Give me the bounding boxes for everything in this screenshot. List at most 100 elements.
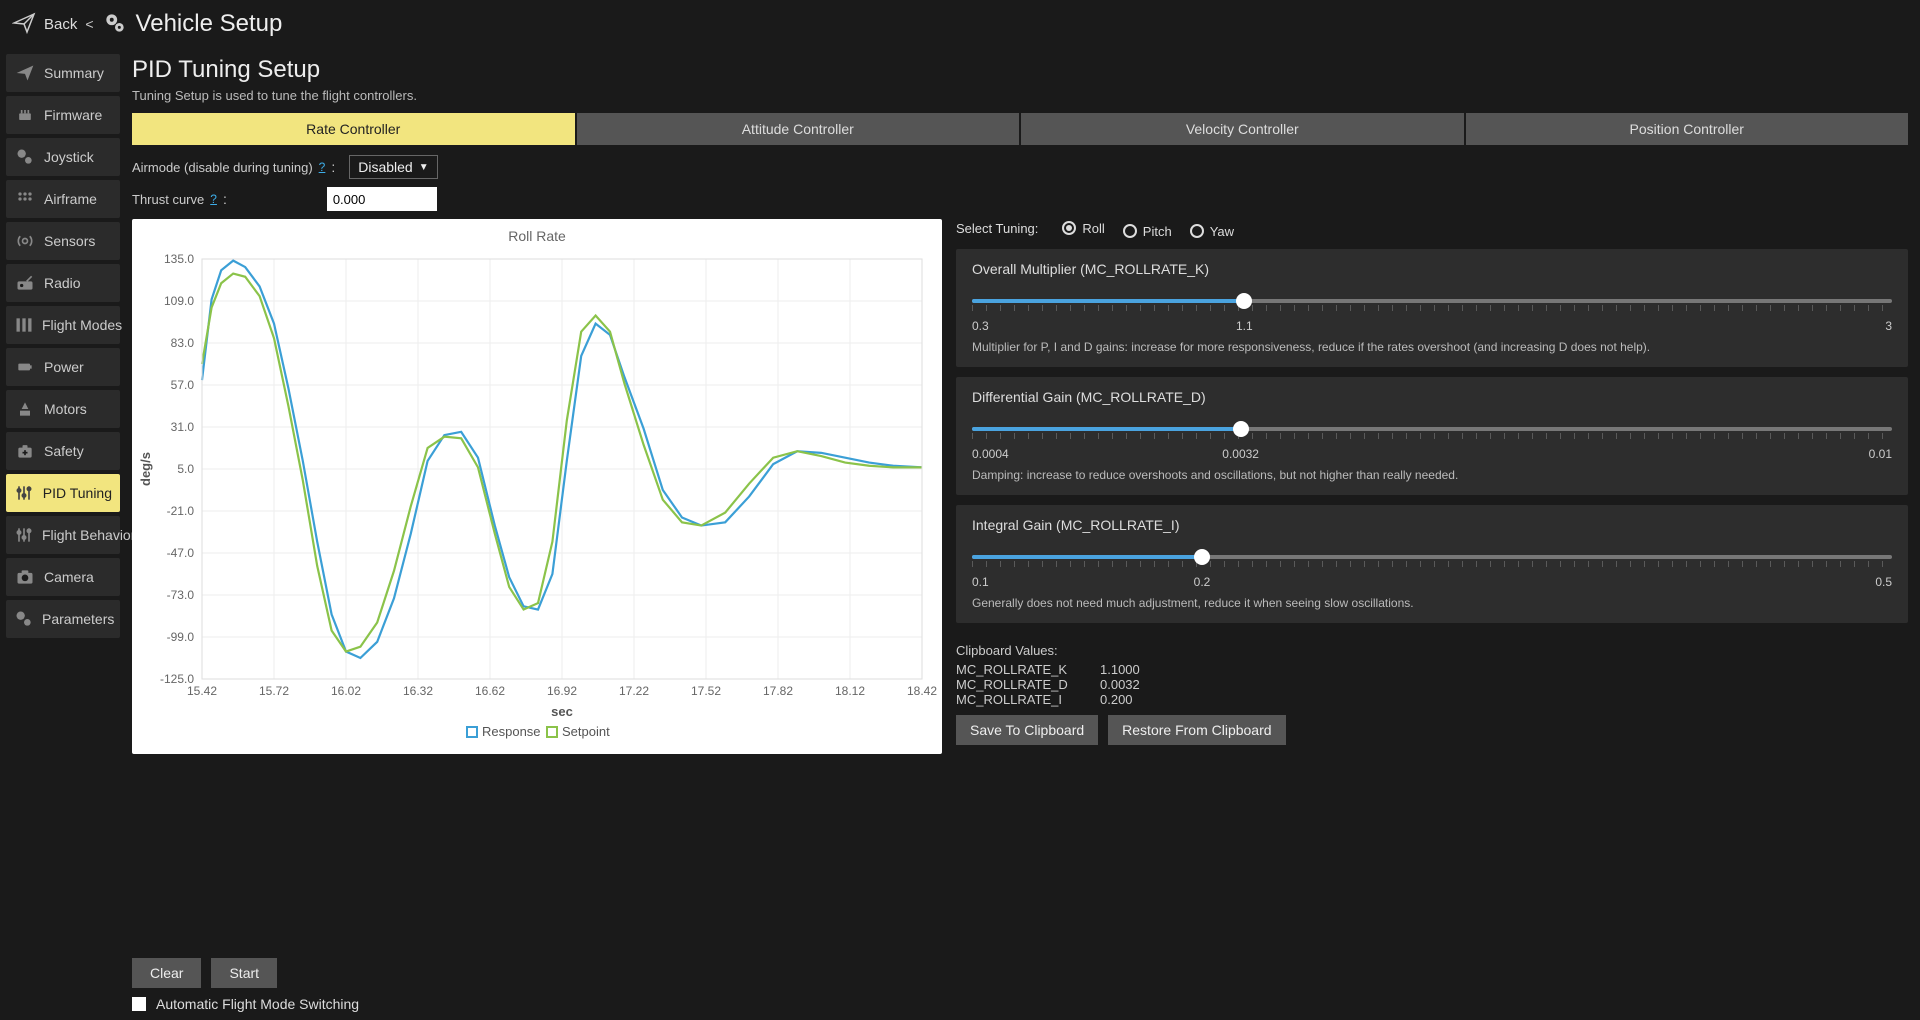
airmode-select-value: Disabled: [358, 159, 412, 175]
radio-icon: [1062, 221, 1076, 235]
param-card-0: Overall Multiplier (MC_ROLLRATE_K) 0.3 1…: [956, 249, 1908, 367]
airmode-help-icon[interactable]: ?: [319, 160, 326, 174]
radio-pitch[interactable]: Pitch: [1123, 224, 1172, 239]
auto-mode-checkbox[interactable]: [132, 997, 146, 1011]
sidebar-item-firmware[interactable]: Firmware: [6, 96, 120, 134]
param-desc: Multiplier for P, I and D gains: increas…: [972, 339, 1892, 355]
sidebar-item-label: Power: [44, 359, 112, 375]
sidebar-item-summary[interactable]: Summary: [6, 54, 120, 92]
clear-button[interactable]: Clear: [132, 958, 201, 988]
y-tick: 109.0: [164, 294, 194, 308]
y-tick: 5.0: [177, 462, 194, 476]
clipboard-value: 1.1000: [1100, 662, 1140, 677]
param-card-2: Integral Gain (MC_ROLLRATE_I) 0.1 0.2 0.…: [956, 505, 1908, 623]
airmode-label: Airmode (disable during tuning): [132, 160, 313, 175]
chevron-left-icon: <: [85, 16, 93, 32]
gears-icon: [14, 608, 34, 630]
sidebar-item-airframe[interactable]: Airframe: [6, 180, 120, 218]
y-tick: 135.0: [164, 252, 194, 266]
bars-icon: [14, 314, 34, 336]
gears-icon: [14, 146, 36, 168]
x-tick: 15.42: [187, 684, 217, 698]
param-card-1: Differential Gain (MC_ROLLRATE_D) 0.0004…: [956, 377, 1908, 495]
x-tick: 18.42: [907, 684, 937, 698]
gear-icon: [102, 10, 128, 39]
sidebar-item-joystick[interactable]: Joystick: [6, 138, 120, 176]
clipboard-title: Clipboard Values:: [956, 643, 1908, 658]
clipboard-block: Clipboard Values: MC_ROLLRATE_K1.1000MC_…: [956, 643, 1908, 745]
slider-mid: 1.1: [1236, 319, 1253, 333]
y-tick: -125.0: [160, 672, 194, 686]
x-tick: 18.12: [835, 684, 865, 698]
y-tick: 57.0: [171, 378, 195, 392]
param-title: Overall Multiplier (MC_ROLLRATE_K): [972, 261, 1892, 277]
sidebar-item-motors[interactable]: Motors: [6, 390, 120, 428]
radio-icon: [14, 272, 36, 294]
back-link[interactable]: Back: [44, 16, 77, 33]
sidebar-item-parameters[interactable]: Parameters: [6, 600, 120, 638]
save-clipboard-button[interactable]: Save To Clipboard: [956, 715, 1098, 745]
thrust-input[interactable]: [327, 187, 437, 211]
legend-swatch-icon: [547, 727, 557, 737]
legend-swatch-icon: [467, 727, 477, 737]
main-panel: PID Tuning Setup Tuning Setup is used to…: [126, 48, 1920, 1020]
radio-yaw[interactable]: Yaw: [1190, 224, 1234, 239]
clipboard-row: MC_ROLLRATE_I0.200: [956, 692, 1908, 707]
sidebar-item-safety[interactable]: Safety: [6, 432, 120, 470]
medkit-icon: [14, 440, 36, 462]
chart-card: Roll Rate15.4215.7216.0216.3216.6216.921…: [132, 219, 942, 754]
paper-plane-icon: [12, 11, 36, 38]
clipboard-key: MC_ROLLRATE_D: [956, 677, 1086, 692]
sidebar-item-pid-tuning[interactable]: PID Tuning: [6, 474, 120, 512]
x-tick: 16.62: [475, 684, 505, 698]
slider-min: 0.0004: [972, 447, 1009, 461]
tab-position-controller[interactable]: Position Controller: [1466, 113, 1909, 145]
sidebar-item-flight-modes[interactable]: Flight Modes: [6, 306, 120, 344]
sidebar-item-flight-behavior[interactable]: Flight Behavior: [6, 516, 120, 554]
sidebar-item-label: Parameters: [42, 611, 114, 627]
sidebar-item-label: Joystick: [44, 149, 112, 165]
radio-label: Pitch: [1143, 224, 1172, 239]
slider-thumb-icon[interactable]: [1236, 293, 1252, 309]
param-slider[interactable]: [972, 547, 1892, 571]
airmode-select[interactable]: Disabled ▼: [349, 155, 437, 179]
param-slider[interactable]: [972, 419, 1892, 443]
param-desc: Generally does not need much adjustment,…: [972, 595, 1892, 611]
sidebar-item-label: Motors: [44, 401, 112, 417]
sidebar-item-power[interactable]: Power: [6, 348, 120, 386]
y-tick: -47.0: [167, 546, 195, 560]
x-tick: 15.72: [259, 684, 289, 698]
header-title: Vehicle Setup: [136, 10, 283, 38]
sidebar-item-label: Radio: [44, 275, 112, 291]
controller-tabs: Rate ControllerAttitude ControllerVeloci…: [132, 113, 1908, 145]
sidebar-item-camera[interactable]: Camera: [6, 558, 120, 596]
x-tick: 16.02: [331, 684, 361, 698]
restore-clipboard-button[interactable]: Restore From Clipboard: [1108, 715, 1285, 745]
sidebar-item-sensors[interactable]: Sensors: [6, 222, 120, 260]
slider-thumb-icon[interactable]: [1194, 549, 1210, 565]
clipboard-row: MC_ROLLRATE_K1.1000: [956, 662, 1908, 677]
tab-velocity-controller[interactable]: Velocity Controller: [1021, 113, 1464, 145]
x-tick: 17.22: [619, 684, 649, 698]
slider-thumb-icon[interactable]: [1233, 421, 1249, 437]
sidebar-item-label: Camera: [44, 569, 112, 585]
param-slider[interactable]: [972, 291, 1892, 315]
thrust-help-icon[interactable]: ?: [210, 192, 217, 206]
grid-icon: [14, 188, 36, 210]
start-button[interactable]: Start: [211, 958, 277, 988]
thrust-label: Thrust curve: [132, 192, 204, 207]
radio-icon: [1190, 224, 1204, 238]
x-tick: 17.52: [691, 684, 721, 698]
chart-title: Roll Rate: [508, 228, 566, 244]
x-tick: 16.92: [547, 684, 577, 698]
tab-rate-controller[interactable]: Rate Controller: [132, 113, 575, 145]
radio-roll[interactable]: Roll: [1062, 221, 1104, 236]
y-tick: -21.0: [167, 504, 195, 518]
x-tick: 17.82: [763, 684, 793, 698]
y-tick: -99.0: [167, 630, 195, 644]
sidebar-item-radio[interactable]: Radio: [6, 264, 120, 302]
x-axis-label: sec: [551, 704, 573, 719]
tab-attitude-controller[interactable]: Attitude Controller: [577, 113, 1020, 145]
sidebar-item-label: Airframe: [44, 191, 112, 207]
tuning-select-label: Select Tuning:: [956, 221, 1038, 236]
